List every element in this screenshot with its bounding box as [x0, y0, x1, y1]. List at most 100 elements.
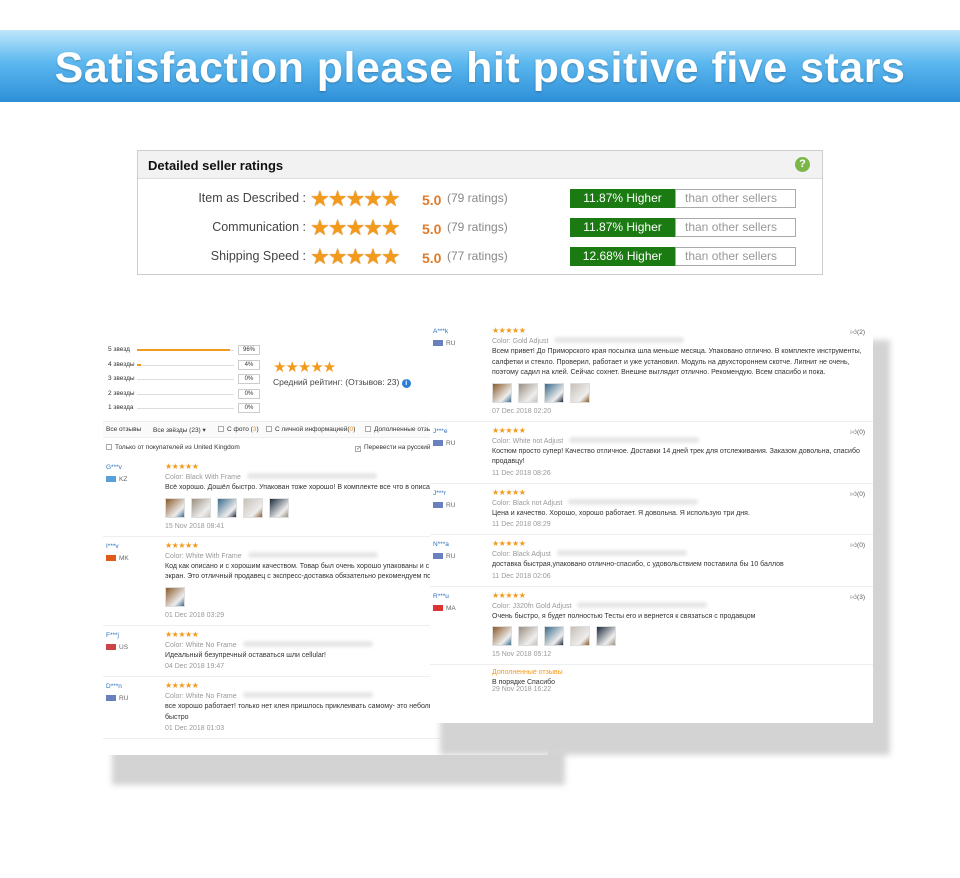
country-code: RU: [446, 340, 456, 347]
reviewer-name[interactable]: J***e: [433, 428, 447, 435]
rating-row: Shipping Speed : ★★★★★ 5.0 (77 ratings) 12.6…: [138, 244, 824, 270]
distribution-track: [137, 349, 234, 351]
review-photo[interactable]: [518, 626, 538, 646]
reviewer-name[interactable]: J***r: [433, 490, 446, 497]
reviewer-name[interactable]: D***n: [106, 683, 122, 690]
additional-review: Дополненные отзывы В порядке Спасибо 29 No…: [430, 665, 873, 697]
review-photos: [492, 382, 873, 403]
checkbox[interactable]: [365, 426, 371, 432]
filter-uk-only[interactable]: Только от покупателей из United Kingdom: [106, 444, 240, 451]
comparison-text: than other sellers: [675, 189, 796, 208]
checkbox[interactable]: [266, 426, 272, 432]
review-photo[interactable]: [518, 382, 538, 403]
review-photo[interactable]: [596, 626, 616, 646]
blurred-text: [568, 498, 699, 505]
review-color: Color: J320fn Gold Adjust: [492, 601, 873, 612]
review-photo[interactable]: [544, 626, 564, 646]
filter-uk-label: Только от покупателей из United Kingdom: [115, 444, 240, 451]
review-photo[interactable]: [570, 626, 590, 646]
star-rating: ★★★★★: [310, 215, 401, 240]
color-value: Black Adjust: [512, 551, 551, 558]
checkbox[interactable]: [106, 444, 112, 450]
filter-all-reviews[interactable]: Все отзывы: [106, 426, 141, 433]
rating-count: (79 ratings): [447, 191, 508, 205]
checkbox-checked[interactable]: ✓: [355, 446, 361, 452]
rating-score: 5.0: [422, 192, 442, 208]
blurred-text: [246, 473, 377, 479]
review-photo[interactable]: [492, 626, 512, 646]
review-photo[interactable]: [243, 497, 263, 518]
blurred-text: [577, 601, 708, 608]
reviewer-name[interactable]: G***v: [106, 464, 122, 471]
like-count: (3): [857, 593, 865, 601]
distribution-percent: 0%: [238, 374, 260, 384]
color-label: Color:: [165, 552, 184, 560]
blurred-text: [554, 337, 685, 343]
like-button[interactable]: 👍︎(0): [850, 428, 865, 436]
filter-photo-label: С фото (: [227, 426, 253, 433]
filter-photo[interactable]: С фото (3): [218, 426, 259, 433]
blurred-text: [242, 692, 373, 698]
like-button[interactable]: 👍︎(0): [850, 541, 865, 549]
additional-review-heading: Дополненные отзывы: [492, 669, 563, 676]
reviewer-name[interactable]: A***k: [433, 328, 448, 335]
review-color: Color: White not Adjust: [492, 436, 873, 447]
reviewer-country: RU: [433, 340, 455, 347]
reviewer-name[interactable]: R***u: [433, 593, 449, 600]
rating-label: Shipping Speed :: [210, 249, 306, 263]
checkbox[interactable]: [218, 426, 224, 432]
comparison-text: than other sellers: [675, 247, 796, 266]
review-photo[interactable]: [217, 497, 237, 518]
review-photo[interactable]: [570, 382, 590, 403]
blurred-text: [556, 550, 687, 556]
reviewer-country: US: [106, 643, 128, 651]
review-color: Color: Black Adjust: [492, 549, 873, 560]
comparison-badge: 11.87% Higher: [570, 189, 675, 208]
filter-stars-dropdown[interactable]: Все звёзды (23) ▾: [153, 426, 206, 434]
like-button[interactable]: 👍︎(0): [850, 490, 865, 498]
filter-photo-paren: ): [256, 426, 259, 433]
country-code: MA: [446, 604, 456, 612]
question-icon[interactable]: ?: [795, 157, 810, 172]
ratings-header: Detailed seller ratings ?: [138, 151, 822, 179]
additional-review-date: 29 Nov 2018 16:22: [492, 686, 552, 693]
additional-review-text: В порядке Спасибо: [492, 679, 556, 686]
banner-title: Satisfaction please hit positive five st…: [54, 44, 906, 92]
flag-icon: [433, 501, 443, 508]
flag-icon: [106, 476, 116, 482]
review-photo[interactable]: [165, 586, 185, 607]
review-photo[interactable]: [165, 497, 185, 518]
rating-row: Communication : ★★★★★ 5.0 (79 ratings) 11.87…: [138, 215, 824, 241]
ratings-title: Detailed seller ratings: [148, 158, 284, 173]
banner: Satisfaction please hit positive five st…: [0, 30, 960, 102]
reviewer-country: RU: [433, 501, 456, 509]
average-rating: ★★★★★ Средний рейтинг: (Отзывов: 23) i: [273, 358, 411, 388]
blurred-text: [242, 640, 373, 647]
distribution-fill: [137, 349, 231, 351]
translate-label: Перевести на русский: [364, 444, 431, 451]
review-photo[interactable]: [191, 497, 211, 518]
info-icon[interactable]: i: [401, 379, 411, 388]
distribution-track: [137, 393, 234, 395]
like-button[interactable]: 👍︎(3): [850, 593, 865, 601]
comparison-badge: 11.87% Higher: [570, 218, 675, 237]
reviewer-country: MA: [433, 604, 456, 612]
review-photo[interactable]: [492, 382, 512, 403]
color-label: Color:: [492, 602, 511, 610]
translate-toggle[interactable]: ✓ Перевести на русский: [355, 444, 431, 452]
reviewer-name[interactable]: F***j: [106, 632, 119, 639]
reviewer-name[interactable]: N***a: [433, 541, 449, 548]
review-photo[interactable]: [269, 497, 289, 518]
like-count: (0): [857, 428, 865, 436]
review-photo[interactable]: [544, 382, 564, 403]
country-code: RU: [446, 501, 456, 509]
review-photos: [492, 626, 873, 646]
filter-personal[interactable]: С личной информацией(0): [266, 426, 355, 433]
review-date: 11 Dec 2018 02:06: [492, 572, 551, 580]
filter-additional[interactable]: Дополненные отзы: [365, 426, 431, 433]
reviewer-name[interactable]: I***v: [106, 543, 119, 550]
reviewer-country: RU: [433, 553, 455, 560]
rating-row: Item as Described : ★★★★★ 5.0 (79 ratings) 1…: [138, 186, 824, 212]
like-button[interactable]: 👍︎(2): [850, 328, 865, 336]
color-value: White With Frame: [185, 552, 242, 560]
